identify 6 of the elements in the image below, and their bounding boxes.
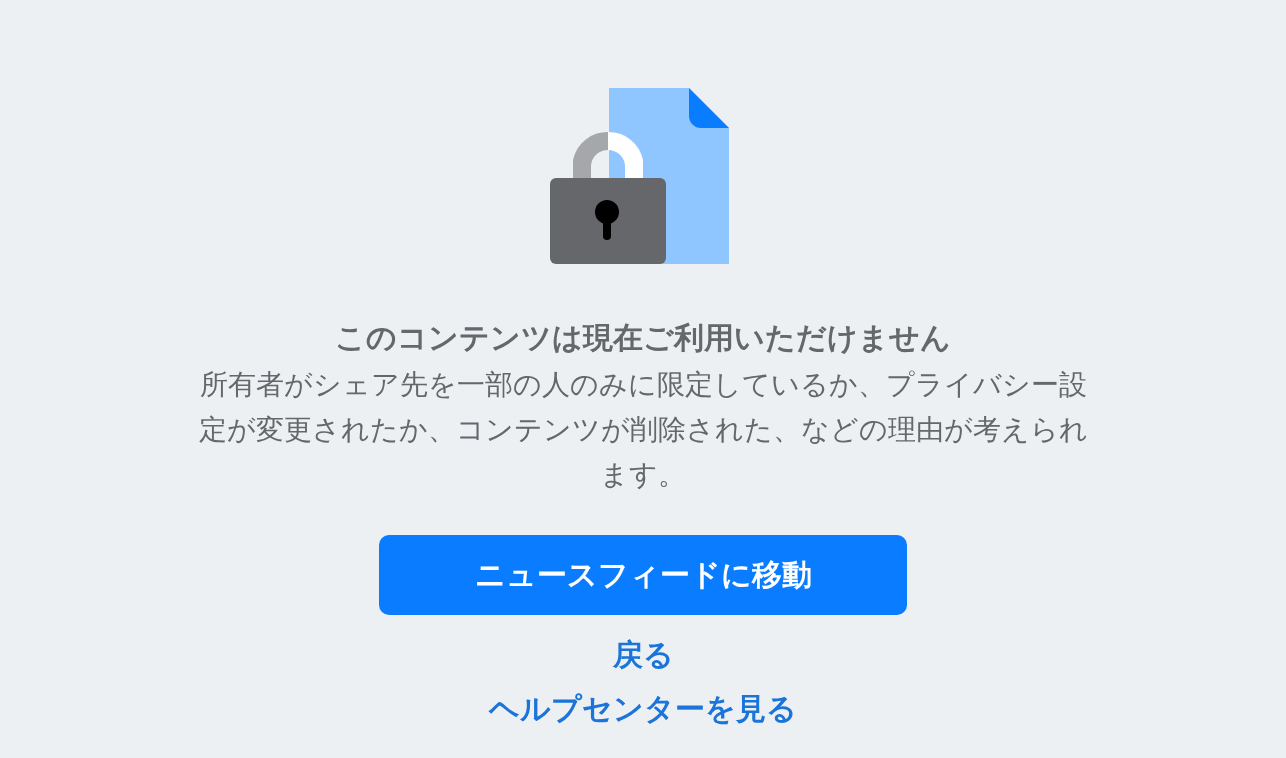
news-feed-button[interactable]: ニュースフィードに移動 [379, 535, 907, 615]
link[interactable]: ヘルプセンターを見る [489, 691, 797, 727]
title: このコンテンツは現在ご利用いただけません [335, 319, 951, 357]
locked-document-icon [549, 88, 729, 264]
message-text: 所有者がシェア先を一部の人のみに限定しているか、プライバシー設定が変更されたか、コンテンツが削除された、などの理由が考えられます。 [198, 367, 1088, 493]
link[interactable]: 戻る [612, 637, 674, 673]
